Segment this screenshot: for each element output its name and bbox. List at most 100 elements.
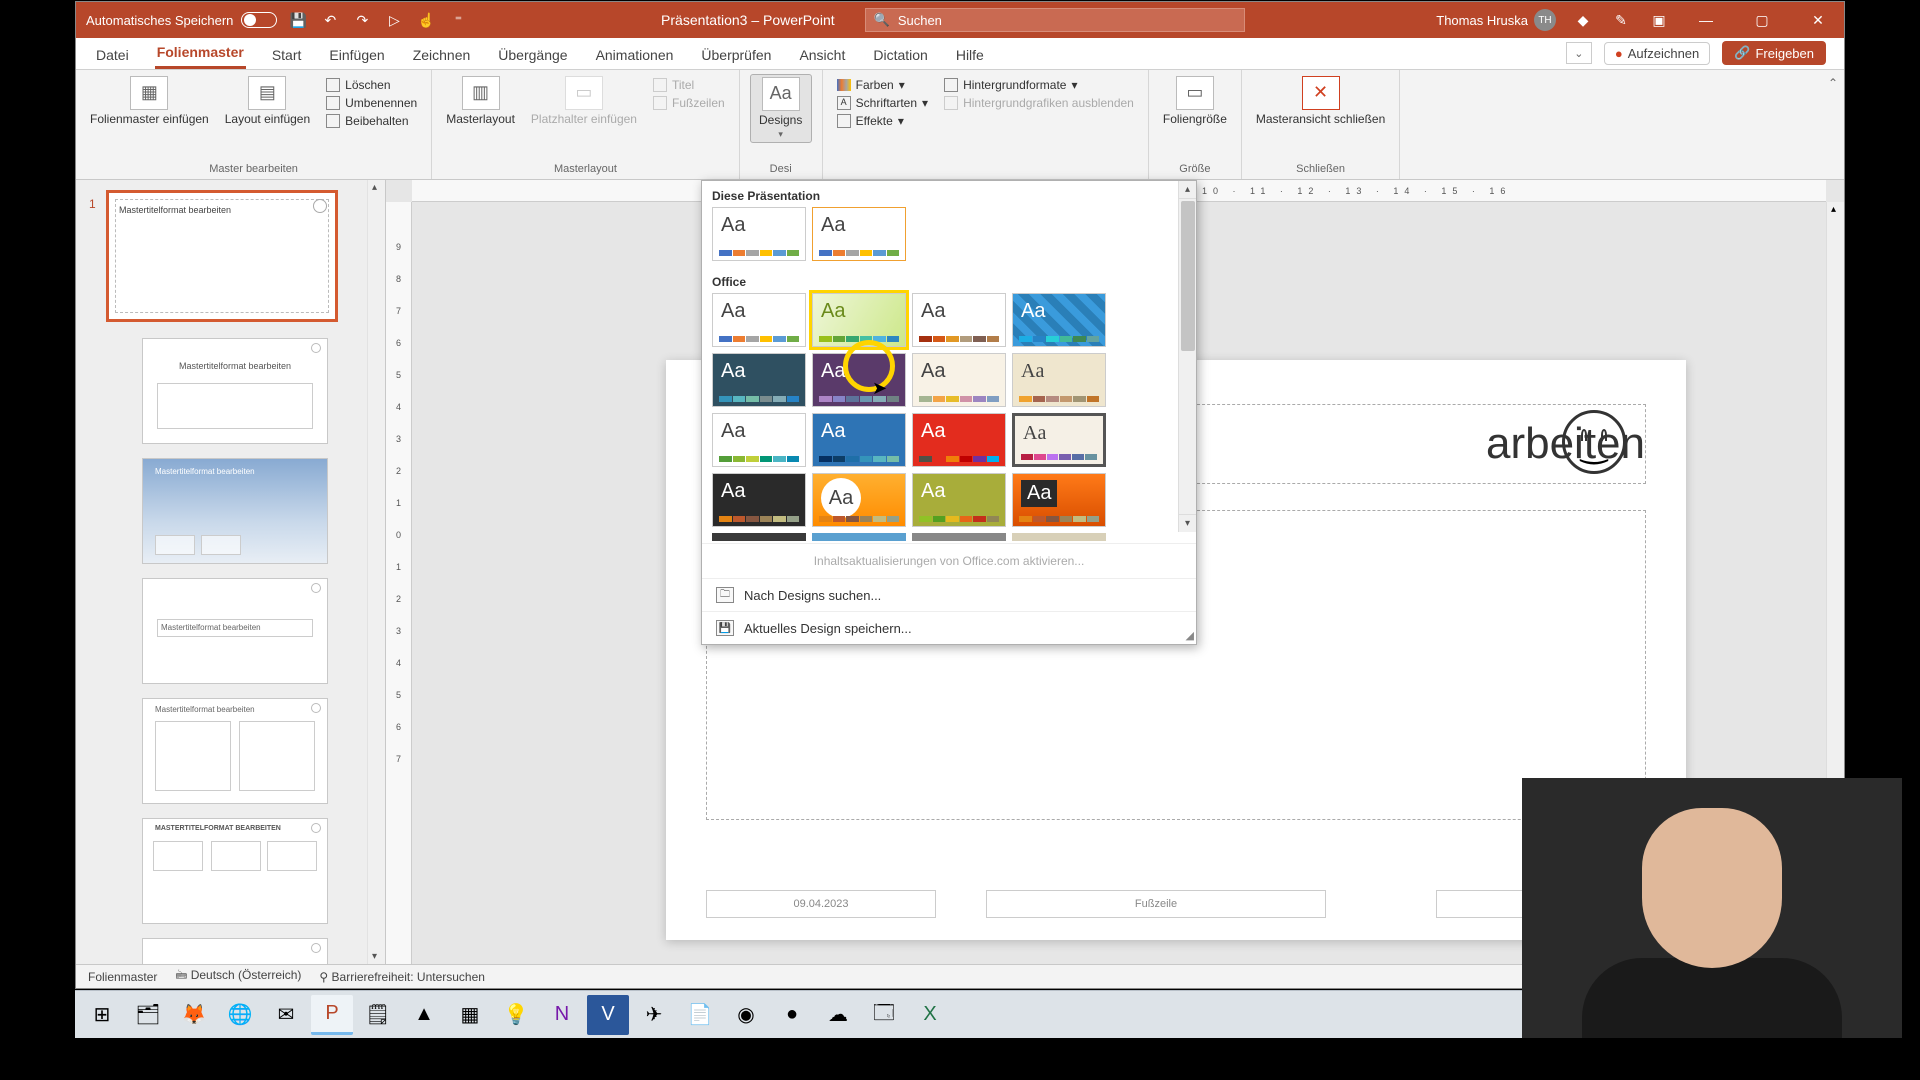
taskbar-outlook-icon[interactable]: ✉: [265, 995, 307, 1035]
tab-ansicht[interactable]: Ansicht: [797, 41, 847, 69]
taskbar-app-icon[interactable]: ☁: [817, 995, 859, 1035]
theme-option[interactable]: Aa: [812, 473, 906, 527]
save-theme-item[interactable]: 💾Aktuelles Design speichern...: [702, 611, 1196, 644]
theme-option[interactable]: Aa: [912, 413, 1006, 467]
master-slide-thumbnail[interactable]: Mastertitelformat bearbeiten: [106, 190, 338, 322]
taskbar-obs-icon[interactable]: ◉: [725, 995, 767, 1035]
collapse-ribbon-button[interactable]: ⌄: [1566, 42, 1592, 64]
designs-button[interactable]: AaDesigns▾: [750, 74, 812, 143]
theme-option[interactable]: Aa: [712, 293, 806, 347]
theme-option[interactable]: Aa: [912, 473, 1006, 527]
theme-option[interactable]: Aa: [912, 353, 1006, 407]
tab-animationen[interactable]: Animationen: [594, 41, 676, 69]
minimize-button[interactable]: —: [1686, 2, 1726, 38]
thumbnail-pane[interactable]: Mastertitelformat bearbeiten Mastertitel…: [76, 180, 386, 964]
layout-thumbnail[interactable]: Mastertitelformat bearbeiten: [142, 338, 328, 444]
footer-placeholder[interactable]: Fußzeile: [986, 890, 1326, 918]
tab-zeichnen[interactable]: Zeichnen: [411, 41, 473, 69]
taskbar-app-icon[interactable]: ●: [771, 995, 813, 1035]
tab-datei[interactable]: Datei: [94, 41, 131, 69]
slide-size-button[interactable]: ▭Foliengröße: [1159, 74, 1231, 128]
layout-thumbnail[interactable]: Mastertitelformat bearbeiten: [142, 698, 328, 804]
tab-folienmaster[interactable]: Folienmaster: [155, 38, 246, 69]
colors-dropdown[interactable]: Farben ▾: [837, 78, 928, 92]
theme-option[interactable]: Aa: [1012, 413, 1106, 467]
footers-checkbox[interactable]: Fußzeilen: [653, 96, 725, 110]
theme-option[interactable]: Aa: [1012, 473, 1106, 527]
tab-dictation[interactable]: Dictation: [871, 41, 929, 69]
thumbnail-scrollbar[interactable]: [367, 180, 385, 964]
background-formats-button[interactable]: Hintergrundformate ▾: [944, 78, 1134, 92]
layout-thumbnail[interactable]: Mastertitelformat bearbeiten: [142, 458, 328, 564]
layout-thumbnail[interactable]: [142, 938, 328, 964]
date-placeholder[interactable]: 09.04.2023: [706, 890, 936, 918]
theme-option[interactable]: Aa: [712, 353, 806, 407]
theme-option-hover[interactable]: Aa: [812, 293, 906, 347]
save-icon[interactable]: 💾: [287, 9, 309, 31]
account-button[interactable]: Thomas Hruska TH: [1436, 9, 1556, 31]
taskbar-app-icon[interactable]: 💡: [495, 995, 537, 1035]
layout-thumbnail[interactable]: MASTERTITELFORMAT BEARBEITEN: [142, 818, 328, 924]
start-button[interactable]: ⊞: [81, 995, 123, 1035]
taskbar-firefox-icon[interactable]: 🦊: [173, 995, 215, 1035]
dropdown-scrollbar[interactable]: ▴▾: [1178, 181, 1196, 532]
resize-grip-icon[interactable]: ◢: [1186, 629, 1194, 642]
window-icon[interactable]: ▣: [1648, 9, 1670, 31]
theme-option[interactable]: Aa: [812, 353, 906, 407]
theme-option[interactable]: Aa: [912, 293, 1006, 347]
theme-option[interactable]: Aa: [1012, 293, 1106, 347]
share-button[interactable]: 🔗Freigeben: [1722, 41, 1826, 65]
taskbar-app-icon[interactable]: ▦: [449, 995, 491, 1035]
theme-option[interactable]: Aa: [812, 413, 906, 467]
toggle-switch-icon[interactable]: [241, 12, 277, 28]
theme-option[interactable]: Aa: [712, 413, 806, 467]
autosave-toggle[interactable]: Automatisches Speichern: [86, 12, 277, 28]
taskbar-explorer-icon[interactable]: 🗂: [127, 995, 169, 1035]
search-box[interactable]: 🔍 Suchen: [865, 8, 1245, 32]
close-button[interactable]: ✕: [1798, 2, 1838, 38]
taskbar-app-icon[interactable]: 🗒: [357, 995, 399, 1035]
redo-icon[interactable]: ↷: [351, 9, 373, 31]
maximize-button[interactable]: ▢: [1742, 2, 1782, 38]
insert-placeholder-button[interactable]: ▭Platzhalter einfügen: [527, 74, 641, 128]
effects-dropdown[interactable]: Effekte ▾: [837, 114, 928, 128]
hide-bg-checkbox[interactable]: Hintergrundgrafiken ausblenden: [944, 96, 1134, 110]
ribbon-chevron-icon[interactable]: ⌃: [1828, 76, 1838, 90]
masterlayout-button[interactable]: ▥Masterlayout: [442, 74, 519, 128]
theme-option[interactable]: Aa: [712, 207, 806, 261]
close-masterview-button[interactable]: ✕Masteransicht schließen: [1252, 74, 1389, 128]
taskbar-powerpoint-icon[interactable]: P: [311, 995, 353, 1035]
taskbar-app-icon[interactable]: V: [587, 995, 629, 1035]
taskbar-app-icon[interactable]: 📄: [679, 995, 721, 1035]
preserve-layout-button[interactable]: Beibehalten: [326, 114, 417, 128]
tab-einfuegen[interactable]: Einfügen: [327, 41, 386, 69]
record-button[interactable]: ●Aufzeichnen: [1604, 42, 1710, 65]
taskbar-chrome-icon[interactable]: 🌐: [219, 995, 261, 1035]
undo-icon[interactable]: ↶: [319, 9, 341, 31]
delete-layout-button[interactable]: Löschen: [326, 78, 417, 92]
tab-uebergaenge[interactable]: Übergänge: [496, 41, 569, 69]
taskbar-vlc-icon[interactable]: ▲: [403, 995, 445, 1035]
tab-hilfe[interactable]: Hilfe: [954, 41, 986, 69]
theme-option[interactable]: Aa: [812, 207, 906, 261]
status-accessibility[interactable]: ⚲ Barrierefreiheit: Untersuchen: [319, 970, 485, 984]
layout-thumbnail[interactable]: Mastertitelformat bearbeiten: [142, 578, 328, 684]
startfrom-icon[interactable]: ▷: [383, 9, 405, 31]
browse-themes-item[interactable]: 🗀Nach Designs suchen...: [702, 578, 1196, 611]
status-language[interactable]: 🖮 Deutsch (Österreich): [175, 966, 301, 987]
taskbar-app-icon[interactable]: 🗔: [863, 995, 905, 1035]
touch-icon[interactable]: ☝: [415, 9, 437, 31]
taskbar-onenote-icon[interactable]: N: [541, 995, 583, 1035]
qat-more-icon[interactable]: ⁼: [447, 9, 469, 31]
insert-slidemaster-button[interactable]: ▦Folienmaster einfügen: [86, 74, 213, 128]
tab-start[interactable]: Start: [270, 41, 304, 69]
title-checkbox[interactable]: Titel: [653, 78, 725, 92]
theme-option[interactable]: Aa: [1012, 353, 1106, 407]
tab-ueberpruefen[interactable]: Überprüfen: [699, 41, 773, 69]
rename-layout-button[interactable]: Umbenennen: [326, 96, 417, 110]
theme-option[interactable]: Aa: [712, 473, 806, 527]
diamond-icon[interactable]: ◆: [1572, 9, 1594, 31]
taskbar-telegram-icon[interactable]: ✈: [633, 995, 675, 1035]
pen-icon[interactable]: ✎: [1610, 9, 1632, 31]
fonts-dropdown[interactable]: ASchriftarten ▾: [837, 96, 928, 110]
